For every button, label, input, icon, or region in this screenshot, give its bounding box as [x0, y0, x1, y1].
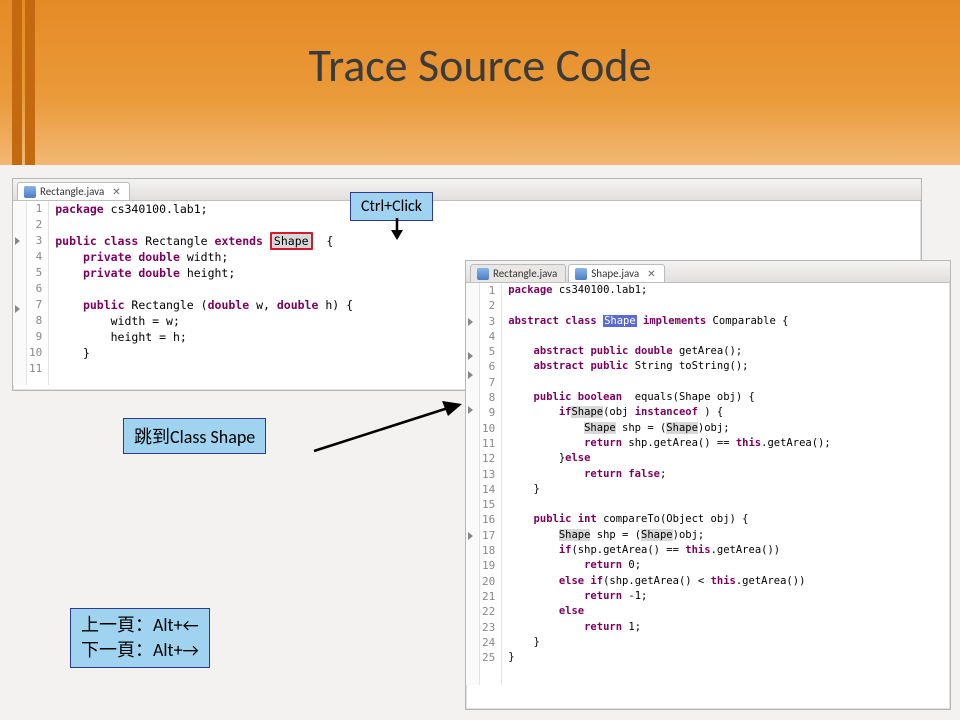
tab-close-icon[interactable]: ✕	[647, 267, 655, 280]
tab-close-icon[interactable]: ✕	[112, 185, 120, 198]
arrow-diag-icon	[308, 396, 468, 476]
callout-nav: 上一頁：Alt+← 下一頁：Alt+→	[70, 608, 210, 668]
marker-gutter	[466, 283, 480, 685]
nav-next: 下一頁：Alt+→	[81, 638, 199, 663]
nav-prev: 上一頁：Alt+←	[81, 613, 199, 638]
arrow-down-icon	[387, 218, 407, 242]
slide-title: Trace Source Code	[0, 38, 960, 94]
callout-ctrlclick: Ctrl+Click	[350, 192, 433, 221]
marker-gutter	[13, 201, 27, 385]
code-area[interactable]: package cs340100.lab1; abstract class Sh…	[502, 283, 830, 685]
java-file-icon	[477, 268, 489, 280]
tab-label: Rectangle.java	[493, 267, 557, 280]
tab-rectangle[interactable]: Rectangle.java ✕	[17, 182, 130, 200]
code-area[interactable]: package cs340100.lab1; public class Rect…	[49, 201, 353, 385]
callout-jump: 跳到Class Shape	[123, 418, 266, 454]
tabbar: Rectangle.java Shape.java ✕	[466, 261, 950, 283]
line-numbers: 1234567891011	[27, 201, 49, 385]
tab-shape[interactable]: Shape.java ✕	[568, 264, 664, 282]
tab-label: Rectangle.java	[40, 185, 104, 198]
tabbar: Rectangle.java ✕	[13, 179, 921, 201]
java-file-icon	[24, 186, 36, 198]
tab-rectangle[interactable]: Rectangle.java	[470, 264, 566, 282]
line-numbers: 1234567891011121314151617181920212223242…	[480, 283, 502, 685]
java-file-icon	[575, 268, 587, 280]
editor-shape: Rectangle.java Shape.java ✕ 123456789101…	[465, 260, 951, 710]
tab-label: Shape.java	[591, 267, 639, 280]
